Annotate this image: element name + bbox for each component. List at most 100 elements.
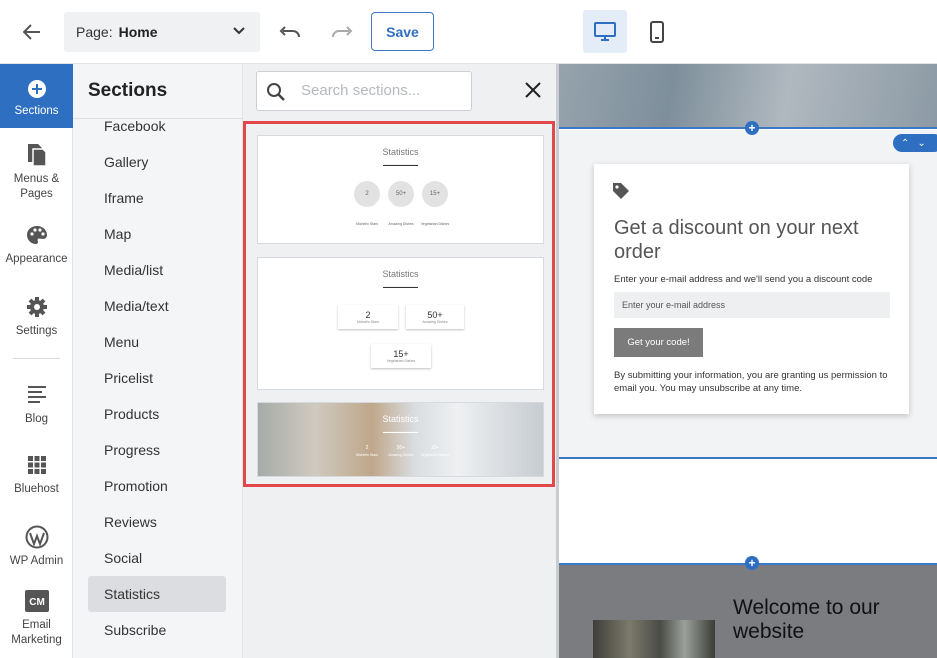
welcome-image xyxy=(593,620,715,658)
stat-circle: 15+ xyxy=(422,181,448,207)
stat-value: 2 xyxy=(365,310,371,320)
tag-icon xyxy=(613,183,629,199)
rail-item-appearance[interactable]: Appearance xyxy=(0,222,73,267)
rail-item-label: WP Admin xyxy=(9,555,64,567)
section-item-products[interactable]: Products xyxy=(88,396,226,432)
section-item-promotion[interactable]: Promotion xyxy=(88,468,226,504)
section-item-facebook[interactable]: Facebook xyxy=(88,108,226,144)
mobile-view-button[interactable] xyxy=(637,10,677,53)
section-item-map[interactable]: Map xyxy=(88,216,226,252)
rail-item-email-marketing[interactable]: CM Email Marketing xyxy=(0,588,73,648)
add-section-icon[interactable]: + xyxy=(745,556,759,570)
search-box[interactable] xyxy=(256,71,472,111)
page-select-value: Home xyxy=(118,24,158,40)
site-preview: Get a discount on your next order Enter … xyxy=(559,64,937,658)
get-code-button[interactable]: Get your code! xyxy=(614,328,703,357)
welcome-section[interactable]: Welcome to our website xyxy=(559,564,937,658)
close-icon xyxy=(525,82,541,98)
section-item-menu[interactable]: Menu xyxy=(88,324,226,360)
section-item-gallery[interactable]: Gallery xyxy=(88,144,226,180)
stat-card: 15+ Vegetarian Dishes xyxy=(371,344,431,368)
thumb-title: Statistics xyxy=(382,269,419,279)
section-item-media-text[interactable]: Media/text xyxy=(88,288,226,324)
thumb-title: Statistics xyxy=(382,414,419,424)
plus-circle-icon xyxy=(27,80,46,98)
blog-icon xyxy=(27,386,46,403)
section-thumb-statistics-cards[interactable]: Statistics ▬▬▬▬▬▬▬▬▬▬ 2 Michelin Stars 5… xyxy=(257,257,544,390)
palette-icon xyxy=(26,226,47,244)
rail-divider xyxy=(13,358,60,359)
rail-item-blog[interactable]: Blog xyxy=(0,382,73,427)
section-gallery-panel: Statistics ▬▬▬▬▬▬▬▬▬▬ 2 50+ 15+ Michelin… xyxy=(243,64,559,658)
section-item-iframe[interactable]: Iframe xyxy=(88,180,226,216)
section-thumb-statistics-circles[interactable]: Statistics ▬▬▬▬▬▬▬▬▬▬ 2 50+ 15+ Michelin… xyxy=(257,135,544,244)
section-item-pricelist[interactable]: Pricelist xyxy=(88,360,226,396)
stat-label: Amazing Dishes xyxy=(422,320,448,324)
section-item-statistics[interactable]: Statistics xyxy=(88,576,226,612)
save-button[interactable]: Save xyxy=(371,12,434,51)
section-item-progress[interactable]: Progress xyxy=(88,432,226,468)
sections-panel: Sections Facebook Gallery Iframe Map Med… xyxy=(73,64,243,658)
pages-icon xyxy=(27,144,47,167)
chevron-down-icon[interactable]: ⌄ xyxy=(917,138,925,149)
stat-circle: 50+ xyxy=(388,181,414,207)
redo-icon xyxy=(332,26,353,38)
discount-title: Get a discount on your next order xyxy=(614,217,859,263)
left-rail: Sections Menus & Pages Appearance Settin… xyxy=(0,64,73,658)
wordpress-icon xyxy=(25,525,48,549)
chevron-up-icon[interactable]: ⌃ xyxy=(901,138,909,149)
rail-item-label: Appearance xyxy=(5,253,68,265)
undo-button[interactable] xyxy=(276,18,304,46)
desktop-view-button[interactable] xyxy=(583,10,627,53)
section-item-reviews[interactable]: Reviews xyxy=(88,504,226,540)
stat-circle: 2 xyxy=(354,181,380,207)
rail-item-settings[interactable]: Settings xyxy=(0,294,73,339)
back-button[interactable] xyxy=(18,18,46,46)
hero-image xyxy=(559,64,937,128)
rail-item-label: Blog xyxy=(24,413,49,425)
close-button[interactable] xyxy=(521,78,545,102)
desktop-icon xyxy=(594,21,616,41)
section-item-social[interactable]: Social xyxy=(88,540,226,576)
thumb-subtitle: ▬▬▬▬▬▬▬▬▬▬ xyxy=(383,430,418,434)
stat-label: Michelin Stars xyxy=(357,320,379,324)
rail-item-label: Email Marketing xyxy=(11,619,62,646)
section-thumb-statistics-photo[interactable]: Statistics ▬▬▬▬▬▬▬▬▬▬ 2 50+ 15+ Michelin… xyxy=(257,402,544,477)
cm-icon: CM xyxy=(24,590,49,612)
rail-item-label: Bluehost xyxy=(14,483,59,495)
stat-value: 15+ xyxy=(393,349,409,359)
welcome-title: Welcome to our website xyxy=(733,596,880,643)
svg-text:CM: CM xyxy=(29,597,45,608)
discount-card: Get a discount on your next order Enter … xyxy=(594,164,909,414)
section-controls[interactable]: ⌃ ⌄ xyxy=(893,134,937,152)
rail-item-label: Sections xyxy=(14,105,59,117)
rail-item-bluehost[interactable]: Bluehost xyxy=(0,452,73,497)
grid-icon xyxy=(27,456,46,474)
rail-item-wp-admin[interactable]: WP Admin xyxy=(0,524,73,569)
sections-title: Sections xyxy=(88,80,168,101)
stat-card: 2 Michelin Stars xyxy=(338,305,398,329)
add-section-icon[interactable]: + xyxy=(745,121,759,135)
section-item-media-list[interactable]: Media/list xyxy=(88,252,226,288)
chevron-down-icon xyxy=(233,27,245,35)
section-boundary xyxy=(559,457,937,459)
rail-item-sections[interactable]: Sections xyxy=(0,64,73,128)
email-field[interactable] xyxy=(614,292,890,318)
arrow-left-icon xyxy=(23,24,40,40)
gear-icon xyxy=(26,297,47,317)
stat-label: Vegetarian Dishes xyxy=(420,222,450,226)
stat-label: Vegetarian Dishes xyxy=(420,453,450,457)
rail-item-label: Menus & Pages xyxy=(13,173,60,200)
search-input[interactable] xyxy=(301,82,461,99)
section-item-subscribe[interactable]: Subscribe xyxy=(88,612,226,648)
search-icon xyxy=(267,83,285,101)
page-select[interactable]: Page: Home xyxy=(64,12,260,52)
rail-item-menus-pages[interactable]: Menus & Pages xyxy=(0,142,73,202)
stat-card: 50+ Amazing Dishes xyxy=(406,305,464,329)
redo-button[interactable] xyxy=(328,18,356,46)
discount-section[interactable]: Get a discount on your next order Enter … xyxy=(559,130,937,458)
discount-note: By submitting your information, you are … xyxy=(614,370,888,394)
mobile-icon xyxy=(650,20,664,43)
stat-value: 50+ xyxy=(427,310,443,320)
undo-icon xyxy=(279,26,300,38)
